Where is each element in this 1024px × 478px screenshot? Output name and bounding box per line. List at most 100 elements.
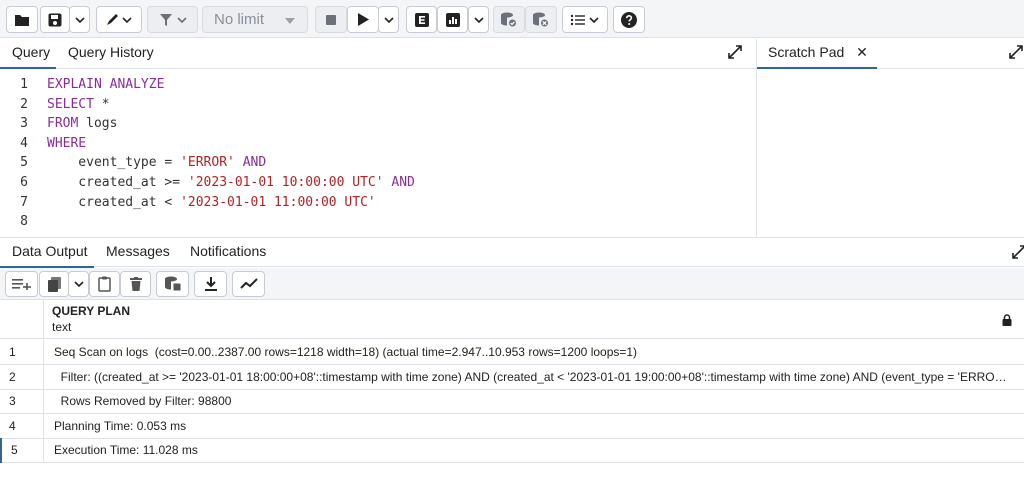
results-grid: QUERY PLAN text 1 Seq Scan on logs (cost=… <box>0 300 1024 478</box>
save-dropdown-button[interactable] <box>69 6 90 33</box>
tab-notifications-label: Notifications <box>190 243 267 259</box>
data-output-toolbar <box>0 268 1024 300</box>
code-text: WHERE <box>47 134 86 154</box>
sql-keyword: AND <box>242 155 267 171</box>
add-row-button[interactable] <box>5 271 38 297</box>
expand-icon <box>1012 245 1024 259</box>
commit-icon <box>501 12 517 27</box>
folder-icon <box>15 14 29 26</box>
tab-data-output[interactable]: Data Output <box>0 238 94 268</box>
execute-query-button[interactable] <box>347 6 379 33</box>
expand-editor-button[interactable] <box>728 45 742 62</box>
copy-icon <box>47 276 61 292</box>
tab-query-history[interactable]: Query History <box>68 39 154 69</box>
column-title[interactable]: QUERY PLAN <box>52 304 130 318</box>
sql-keyword: SELECT <box>47 96 94 112</box>
sql-editor[interactable]: 1 EXPLAIN ANALYZE 2 SELECT * 3 FROM logs 4 WHER… <box>0 70 756 236</box>
tab-messages[interactable]: Messages <box>106 238 170 268</box>
filter-icon <box>159 13 187 26</box>
tab-scratch-pad[interactable]: Scratch Pad ✕ <box>757 39 877 69</box>
delete-button[interactable] <box>120 271 151 297</box>
download-button[interactable] <box>194 271 227 297</box>
tab-messages-label: Messages <box>106 243 170 259</box>
table-row[interactable]: 1 Seq Scan on logs (cost=0.00..2387.00 ro… <box>0 340 1024 365</box>
tab-scratch-pad-label: Scratch Pad <box>768 44 845 60</box>
macros-icon <box>570 14 599 25</box>
close-icon[interactable]: ✕ <box>856 44 868 60</box>
chevron-down-icon <box>473 16 484 23</box>
code-text: SELECT * <box>47 95 110 115</box>
table-row[interactable]: 5 Execution Time: 11.028 ms <box>0 438 1024 464</box>
expand-icon <box>728 45 742 59</box>
explain-analyze-icon <box>445 12 460 27</box>
sql-string: 'ERROR' <box>180 155 235 171</box>
code-text: created_at >= '2023-01-01 10:00:00 UTC' … <box>47 173 415 193</box>
code-text: created_at < '2023-01-01 11:00:00 UTC' <box>47 193 376 213</box>
copy-dropdown-button[interactable] <box>68 271 89 297</box>
execute-dropdown-button[interactable] <box>378 6 399 33</box>
table-cell[interactable]: Rows Removed by Filter: 98800 <box>54 389 1014 414</box>
row-number-header[interactable] <box>0 300 44 338</box>
sql-text: * <box>93 96 110 112</box>
table-row[interactable]: 2 Filter: ((created_at >= '2023-01-01 18… <box>0 364 1024 390</box>
expand-icon <box>1009 45 1023 59</box>
explain-button[interactable] <box>406 6 437 33</box>
stop-query-button[interactable] <box>315 6 347 33</box>
table-row[interactable]: 3 Rows Removed by Filter: 98800 <box>0 389 1024 415</box>
table-row[interactable]: 4 Planning Time: 0.053 ms <box>0 413 1024 439</box>
table-cell[interactable]: Execution Time: 11.028 ms <box>54 438 1014 463</box>
sql-string: '2023-01-01 10:00:00 UTC' <box>187 175 384 190</box>
line-number: 8 <box>20 214 28 230</box>
sql-text: created_at < <box>47 194 181 210</box>
add-row-icon <box>11 279 31 290</box>
rollback-button[interactable] <box>525 6 557 33</box>
row-number[interactable]: 2 <box>0 364 44 390</box>
editor-tabs: Query Query History <box>0 39 756 69</box>
table-cell[interactable]: Filter: ((created_at >= '2023-01-01 18:0… <box>54 365 1014 390</box>
sql-text: created_at >= <box>47 175 188 190</box>
tab-query-label: Query <box>12 44 51 60</box>
row-number[interactable]: 1 <box>0 340 44 365</box>
sql-text: event_type = <box>47 155 181 171</box>
open-file-button[interactable] <box>6 6 38 33</box>
filter-dropdown-button[interactable] <box>147 6 198 33</box>
line-number: 1 <box>20 77 28 92</box>
row-number[interactable]: 5 <box>0 438 44 464</box>
grid-header: QUERY PLAN text <box>0 300 1024 339</box>
paste-icon <box>98 276 111 292</box>
edit-dropdown-button[interactable] <box>96 6 142 33</box>
row-number[interactable]: 3 <box>0 389 44 415</box>
save-data-icon <box>164 276 181 292</box>
row-number[interactable]: 4 <box>0 413 44 439</box>
limit-select[interactable]: No limit <box>202 6 308 33</box>
explain-dropdown-button[interactable] <box>468 6 489 33</box>
sql-keyword: FROM <box>47 116 79 132</box>
sql-string: '2023-01-01 11:00:00 UTC' <box>180 194 376 210</box>
line-number: 3 <box>20 116 28 132</box>
line-chart-icon <box>239 278 258 289</box>
save-data-button[interactable] <box>156 271 189 297</box>
commit-button[interactable] <box>493 6 525 33</box>
tab-notifications[interactable]: Notifications <box>190 238 266 268</box>
lock-icon <box>1002 313 1012 329</box>
table-cell[interactable]: Planning Time: 0.053 ms <box>54 414 1014 439</box>
graph-visualiser-button[interactable] <box>232 271 265 297</box>
table-cell[interactable]: Seq Scan on logs (cost=0.00..2387.00 row… <box>54 340 1014 365</box>
save-file-button[interactable] <box>40 6 70 33</box>
copy-button[interactable] <box>39 271 69 297</box>
scratch-pad-tabs: Scratch Pad ✕ <box>757 39 1024 69</box>
help-icon <box>621 11 637 28</box>
line-number: 5 <box>20 155 28 171</box>
paste-button[interactable] <box>89 271 120 297</box>
macros-dropdown-button[interactable] <box>562 6 608 33</box>
expand-results-button[interactable] <box>1012 245 1024 262</box>
limit-value: No limit <box>214 11 265 28</box>
code-text: event_type = 'ERROR' AND <box>47 153 266 173</box>
chevron-down-icon <box>73 281 84 287</box>
tab-query[interactable]: Query <box>0 39 56 69</box>
help-button[interactable] <box>613 6 645 33</box>
explain-analyze-button[interactable] <box>437 6 468 33</box>
code-text: FROM logs <box>47 114 117 134</box>
expand-scratch-pad-button[interactable] <box>1009 45 1023 62</box>
